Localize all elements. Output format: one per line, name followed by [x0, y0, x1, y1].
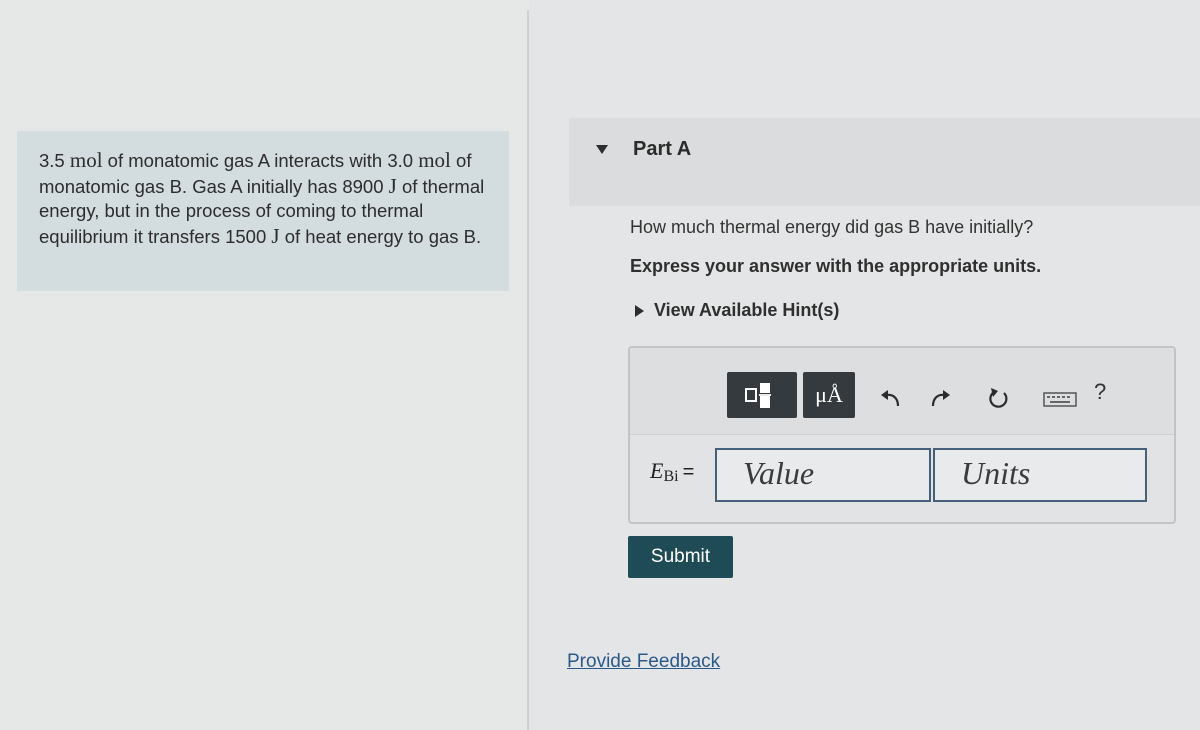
units-button[interactable]: μÅ: [803, 372, 855, 418]
unit-symbol: J: [388, 173, 397, 198]
hint-label: View Available Hint(s): [654, 300, 840, 320]
problem-text-segment: 3.0: [387, 150, 419, 171]
collapse-triangle-icon[interactable]: [596, 145, 608, 154]
templates-icon: [742, 381, 782, 409]
answer-variable-label: EBi =: [650, 458, 695, 485]
unit-symbol: mol: [418, 148, 451, 172]
help-button[interactable]: ?: [1094, 379, 1106, 405]
math-toolbar: μÅ ?: [630, 348, 1174, 435]
keyboard-button[interactable]: [1042, 386, 1078, 412]
units-icon: μÅ: [815, 382, 843, 407]
keyboard-icon: [1043, 392, 1077, 407]
reset-icon: [989, 388, 1008, 408]
units-input[interactable]: Units: [933, 448, 1147, 502]
problem-text-segment: of heat energy to gas B.: [279, 225, 482, 247]
value-input[interactable]: Value: [715, 448, 931, 502]
view-hints-toggle[interactable]: View Available Hint(s): [635, 300, 839, 321]
problem-statement-box: 3.5 mol of monatomic gas A interacts wit…: [17, 131, 509, 291]
undo-button[interactable]: [878, 386, 904, 412]
problem-text-segment: of monatomic gas A interacts with: [102, 150, 388, 171]
part-header[interactable]: [569, 118, 1200, 206]
unit-symbol: mol: [69, 148, 103, 172]
answer-box: μÅ ? EBi = Value Units: [628, 346, 1176, 524]
redo-button[interactable]: [927, 386, 953, 412]
submit-button[interactable]: Submit: [628, 536, 733, 578]
part-title[interactable]: Part A: [633, 138, 691, 161]
provide-feedback-link[interactable]: Provide Feedback: [567, 651, 720, 673]
unit-symbol: J: [271, 223, 280, 248]
templates-button[interactable]: [727, 372, 797, 418]
problem-text-segment: 8900: [342, 175, 389, 197]
problem-statement: 3.5 mol of monatomic gas A interacts wit…: [39, 148, 509, 249]
reset-button[interactable]: [985, 386, 1011, 412]
question-text: How much thermal energy did gas B have i…: [630, 217, 1034, 237]
problem-text-segment: 3.5: [39, 150, 70, 171]
problem-pane: [0, 0, 528, 730]
redo-icon: [931, 390, 950, 407]
instruction-text: Express your answer with the appropriate…: [630, 256, 1042, 276]
expand-triangle-icon: [635, 304, 644, 317]
undo-icon: [881, 390, 900, 407]
help-icon: ?: [1094, 379, 1107, 404]
